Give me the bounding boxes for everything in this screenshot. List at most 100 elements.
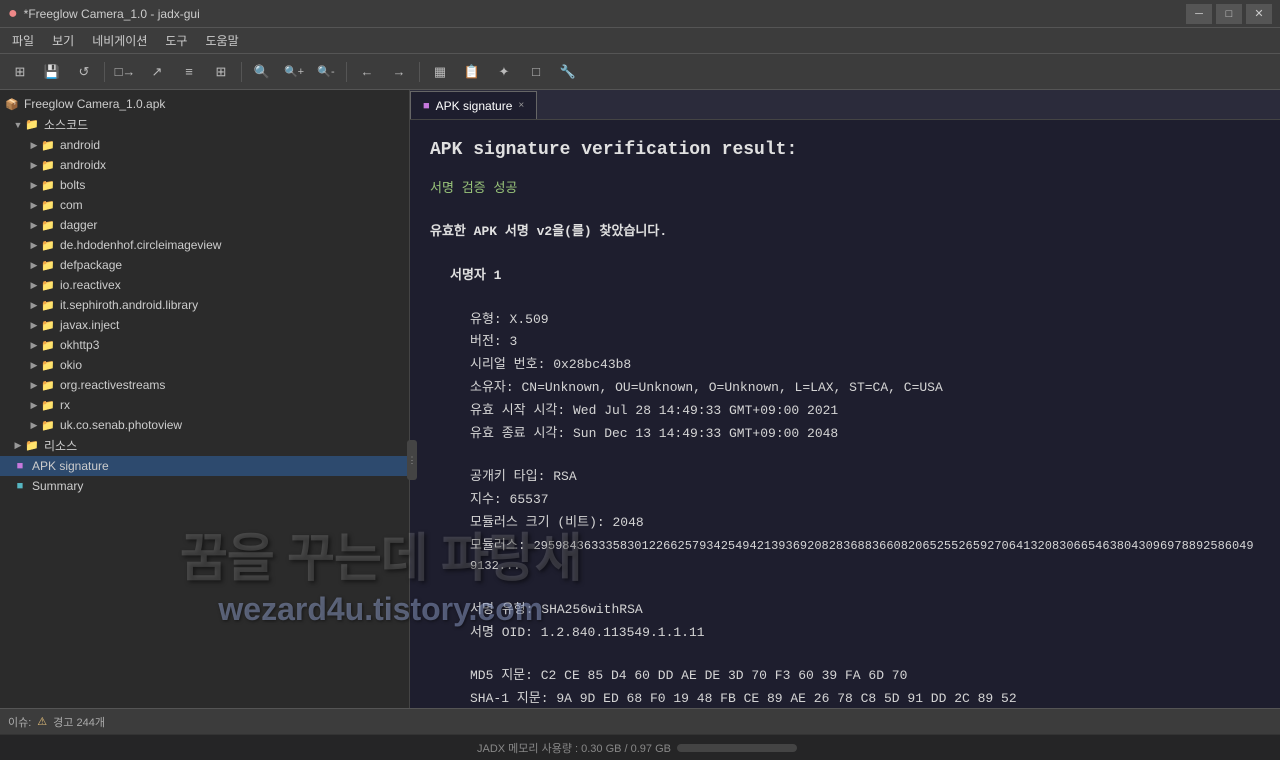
- tab-manager-button[interactable]: ▦: [426, 59, 454, 85]
- sidebar-item-defpackage[interactable]: ▶ 📁 defpackage: [0, 255, 409, 275]
- field-version: 버전: 3: [430, 332, 1260, 353]
- save-button[interactable]: 💾: [38, 59, 66, 85]
- search-button[interactable]: 🔍: [248, 59, 276, 85]
- content-area: ■ APK signature × APK signature verifica…: [410, 90, 1280, 708]
- exponent-value: 65537: [510, 492, 549, 507]
- android-label: android: [60, 138, 100, 152]
- sidebar-item-rx[interactable]: ▶ 📁 rx: [0, 395, 409, 415]
- menu-file[interactable]: 파일: [4, 29, 42, 52]
- menu-help[interactable]: 도움말: [197, 29, 246, 52]
- zoom-out-button[interactable]: 🔍-: [312, 59, 340, 85]
- sidebar-item-apk-sig[interactable]: ■ APK signature: [0, 456, 409, 476]
- sidebar-item-de[interactable]: ▶ 📁 de.hdodenhof.circleimageview: [0, 235, 409, 255]
- close-button[interactable]: ✕: [1246, 4, 1272, 24]
- sidebar-item-okio[interactable]: ▶ 📁 okio: [0, 355, 409, 375]
- star-button[interactable]: ✦: [490, 59, 518, 85]
- uk-folder-icon: 📁: [40, 417, 56, 433]
- window-button[interactable]: □: [522, 59, 550, 85]
- minimize-button[interactable]: ─: [1186, 4, 1212, 24]
- sidebar-item-summary[interactable]: ■ Summary: [0, 476, 409, 496]
- title-bar-controls: ─ □ ✕: [1186, 4, 1272, 24]
- title-bar: ● *Freeglow Camera_1.0 - jadx-gui ─ □ ✕: [0, 0, 1280, 28]
- status-bar: 이슈: ⚠ 경고 244개: [0, 708, 1280, 734]
- dagger-folder-icon: 📁: [40, 217, 56, 233]
- clipboard-button[interactable]: 📋: [458, 59, 486, 85]
- collapse-handle[interactable]: ⋮: [407, 440, 417, 480]
- io-arrow: ▶: [28, 279, 40, 291]
- open-button[interactable]: ⊞: [6, 59, 34, 85]
- menu-bar: 파일 보기 네비게이션 도구 도움말: [0, 28, 1280, 54]
- rx-label: rx: [60, 398, 70, 412]
- it-arrow: ▶: [28, 299, 40, 311]
- code-content[interactable]: APK signature verification result: 서명 검증…: [410, 120, 1280, 708]
- modulus-value: 2959843633358301226625793425494213936920…: [470, 539, 1254, 574]
- field-valid-from-label: 유효 시작 시각:: [470, 403, 565, 418]
- sidebar-item-android[interactable]: ▶ 📁 android: [0, 135, 409, 155]
- resources-label: 리소스: [44, 437, 77, 454]
- modulus-bits-value: 2048: [613, 515, 644, 530]
- sidebar-item-com[interactable]: ▶ 📁 com: [0, 195, 409, 215]
- modulus-bits-label: 모듈러스 크기 (비트):: [470, 515, 605, 530]
- sidebar-item-resources[interactable]: ▶ 📁 리소스: [0, 435, 409, 456]
- refresh-button[interactable]: ↺: [70, 59, 98, 85]
- sidebar: 📦 Freeglow Camera_1.0.apk ▼ 📁 소스코드 ▶ 📁 a…: [0, 90, 410, 708]
- menu-navigate[interactable]: 네비게이션: [84, 29, 155, 52]
- sidebar-item-androidx[interactable]: ▶ 📁 androidx: [0, 155, 409, 175]
- bolts-folder-icon: 📁: [40, 177, 56, 193]
- tab-apk-signature[interactable]: ■ APK signature ×: [410, 91, 537, 119]
- de-folder-icon: 📁: [40, 237, 56, 253]
- list-button[interactable]: ≡: [175, 59, 203, 85]
- sidebar-item-okhttp3[interactable]: ▶ 📁 okhttp3: [0, 335, 409, 355]
- sep1: [104, 62, 105, 82]
- sidebar-item-dagger[interactable]: ▶ 📁 dagger: [0, 215, 409, 235]
- field-owner-value: CN=Unknown, OU=Unknown, O=Unknown, L=LAX…: [522, 380, 943, 395]
- io-folder-icon: 📁: [40, 277, 56, 293]
- sign-type-value: SHA256withRSA: [541, 602, 642, 617]
- decompile-button[interactable]: □→: [111, 59, 139, 85]
- zoom-in-button[interactable]: 🔍+: [280, 59, 308, 85]
- field-valid-from: 유효 시작 시각: Wed Jul 28 14:49:33 GMT+09:00 …: [430, 401, 1260, 422]
- uk-label: uk.co.senab.photoview: [60, 418, 182, 432]
- it-folder-icon: 📁: [40, 297, 56, 313]
- tree-root[interactable]: 📦 Freeglow Camera_1.0.apk: [0, 94, 409, 114]
- sha1-label: SHA-1 지문:: [470, 691, 549, 706]
- tab-close-button[interactable]: ×: [518, 100, 524, 111]
- forward-button[interactable]: →: [385, 59, 413, 85]
- io-label: io.reactivex: [60, 278, 121, 292]
- menu-tools[interactable]: 도구: [157, 29, 195, 52]
- sidebar-item-io[interactable]: ▶ 📁 io.reactivex: [0, 275, 409, 295]
- sidebar-item-uk[interactable]: ▶ 📁 uk.co.senab.photoview: [0, 415, 409, 435]
- com-arrow: ▶: [28, 199, 40, 211]
- org-label: org.reactivestreams: [60, 378, 165, 392]
- bolts-label: bolts: [60, 178, 85, 192]
- sidebar-item-it[interactable]: ▶ 📁 it.sephiroth.android.library: [0, 295, 409, 315]
- tab-bar: ■ APK signature ×: [410, 90, 1280, 120]
- field-type: 유형: X.509: [430, 310, 1260, 331]
- back-button[interactable]: ←: [353, 59, 381, 85]
- field-sign-type: 서명 유형: SHA256withRSA: [430, 600, 1260, 621]
- sep2: [241, 62, 242, 82]
- field-version-label: 버전:: [470, 334, 502, 349]
- field-type-label: 유형:: [470, 312, 502, 327]
- com-folder-icon: 📁: [40, 197, 56, 213]
- sidebar-item-org[interactable]: ▶ 📁 org.reactivestreams: [0, 375, 409, 395]
- title-bar-title: *Freeglow Camera_1.0 - jadx-gui: [24, 7, 200, 21]
- settings-button[interactable]: 🔧: [554, 59, 582, 85]
- maximize-button[interactable]: □: [1216, 4, 1242, 24]
- javax-arrow: ▶: [28, 319, 40, 331]
- source-arrow: ▼: [12, 119, 24, 131]
- menu-view[interactable]: 보기: [44, 29, 82, 52]
- resources-folder-icon: 📁: [24, 438, 40, 454]
- export-button[interactable]: ↗: [143, 59, 171, 85]
- sidebar-item-bolts[interactable]: ▶ 📁 bolts: [0, 175, 409, 195]
- grid-button[interactable]: ⊞: [207, 59, 235, 85]
- okio-folder-icon: 📁: [40, 357, 56, 373]
- sidebar-item-javax[interactable]: ▶ 📁 javax.inject: [0, 315, 409, 335]
- tree-source[interactable]: ▼ 📁 소스코드: [0, 114, 409, 135]
- memory-progress-bg: [677, 744, 797, 752]
- warning-text: 경고 244개: [53, 714, 105, 730]
- sep3: [346, 62, 347, 82]
- field-type-value: X.509: [510, 312, 549, 327]
- org-arrow: ▶: [28, 379, 40, 391]
- tree-source-label: 소스코드: [44, 116, 88, 133]
